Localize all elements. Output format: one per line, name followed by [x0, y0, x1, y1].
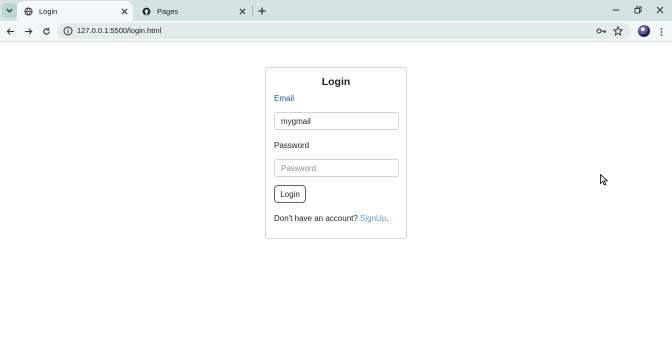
email-field[interactable] — [274, 112, 399, 130]
url-text: 127.0.0.1:5500/login.html — [77, 26, 162, 35]
minimize-icon — [613, 9, 619, 11]
site-info-icon[interactable] — [63, 26, 73, 36]
globe-icon — [24, 6, 33, 16]
reload-button[interactable] — [40, 25, 53, 38]
tab-search-button[interactable] — [2, 3, 17, 18]
restore-button[interactable] — [631, 3, 645, 17]
password-field[interactable] — [274, 159, 399, 177]
arrow-left-icon — [6, 28, 15, 35]
github-icon — [142, 7, 151, 16]
restore-icon — [634, 6, 642, 14]
new-tab-button[interactable] — [255, 4, 268, 17]
tab-login[interactable]: Login — [17, 1, 133, 21]
more-vertical-icon — [660, 27, 662, 36]
browser-menu-button[interactable] — [655, 25, 667, 38]
chevron-down-icon — [6, 8, 13, 13]
address-bar[interactable]: 127.0.0.1:5500/login.html — [57, 23, 631, 39]
tab-title: Pages — [157, 6, 179, 16]
tab-strip: Login Pages — [0, 0, 672, 21]
minimize-button[interactable] — [609, 3, 623, 17]
reload-icon — [43, 27, 50, 35]
signup-link[interactable]: SignUp — [360, 214, 386, 223]
tab-title: Login — [39, 6, 58, 16]
signup-prompt: Don't have an account? SignUp. — [274, 214, 389, 223]
close-icon — [656, 6, 664, 14]
login-title: Login — [321, 76, 351, 88]
close-tab-icon[interactable] — [118, 5, 130, 17]
mouse-cursor-icon — [600, 174, 608, 186]
password-label: Password — [274, 141, 310, 150]
forward-button[interactable] — [22, 25, 35, 38]
close-tab-icon[interactable] — [236, 5, 248, 17]
login-button[interactable]: Login — [274, 185, 306, 203]
arrow-right-icon — [24, 28, 33, 35]
signup-suffix: . — [386, 214, 389, 223]
back-button[interactable] — [4, 25, 17, 38]
close-window-button[interactable] — [653, 3, 667, 17]
email-label: Email — [274, 94, 295, 103]
tab-separator — [252, 5, 253, 16]
browser-toolbar: 127.0.0.1:5500/login.html — [0, 21, 672, 42]
tab-pages[interactable]: Pages — [135, 1, 251, 21]
login-card: Login Email Password Login Don't have an… — [265, 67, 407, 239]
profile-avatar[interactable] — [638, 25, 650, 37]
bookmark-star-icon[interactable] — [612, 25, 624, 37]
signup-prompt-text: Don't have an account? — [274, 214, 358, 223]
password-key-icon[interactable] — [595, 25, 607, 37]
plus-icon — [258, 7, 265, 14]
